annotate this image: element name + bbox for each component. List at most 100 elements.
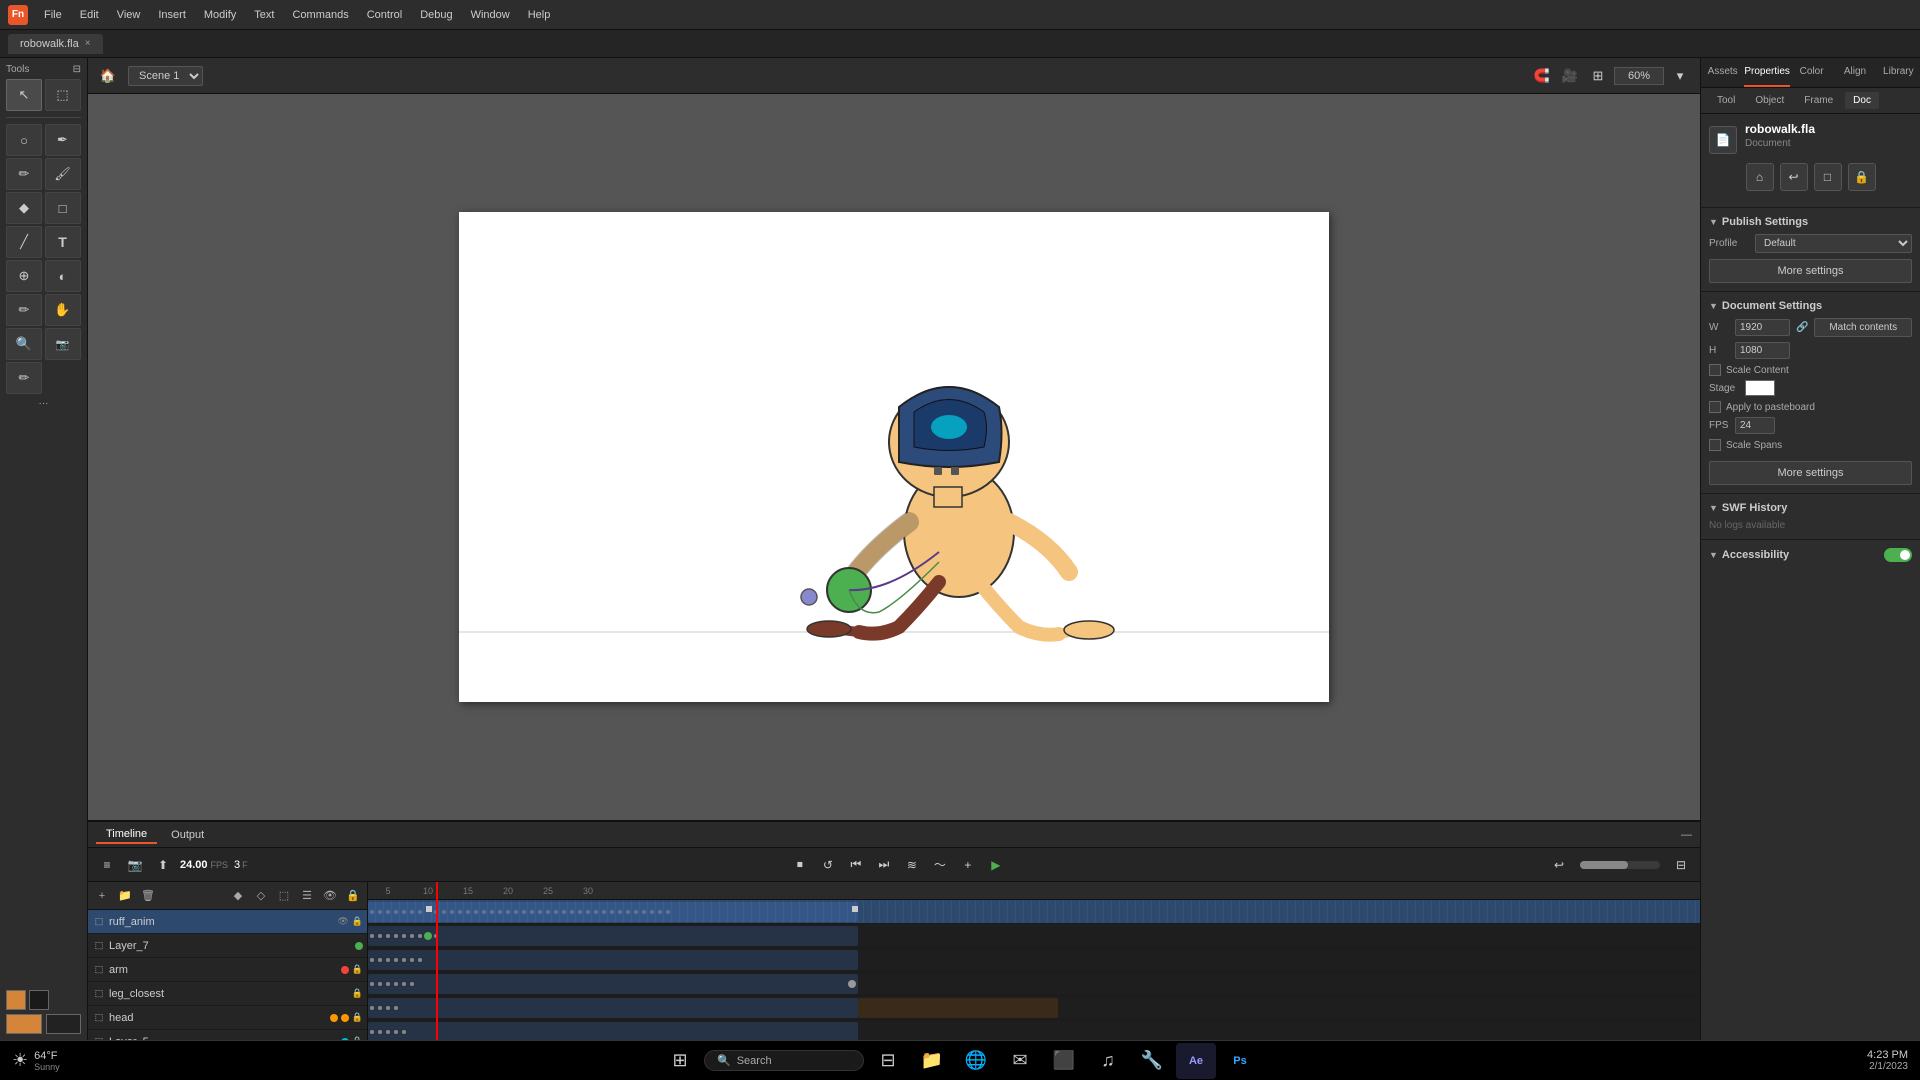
taskbar-app2-btn[interactable]: 🔧 — [1132, 1043, 1172, 1079]
doc-btn-rect[interactable]: □ — [1814, 163, 1842, 191]
layer-lock-icon[interactable]: 🔒 — [352, 1012, 363, 1023]
fit-icon[interactable]: ⊞ — [1586, 64, 1610, 88]
asset-tool[interactable]: ✏ — [6, 362, 42, 394]
scale-spans-checkbox[interactable] — [1709, 439, 1721, 451]
camera-2-icon[interactable]: 🎥 — [1558, 64, 1582, 88]
task-view-btn[interactable]: ⊟ — [868, 1043, 908, 1079]
doc-settings-header[interactable]: ▼ Document Settings — [1709, 300, 1912, 312]
menu-commands[interactable]: Commands — [284, 5, 356, 25]
layer-eye-btn[interactable]: 👁 — [320, 886, 340, 906]
tl-export-icon[interactable]: ⬆ — [152, 854, 174, 876]
pencil-tool[interactable]: ✏ — [6, 158, 42, 190]
delete-layer-btn[interactable]: 🗑 — [138, 886, 158, 906]
frame-row-layer5[interactable] — [368, 1020, 1700, 1040]
layer-row[interactable]: ⬚ head 🔒 — [88, 1006, 367, 1030]
keyframe-btn[interactable]: ◆ — [228, 886, 248, 906]
layer-row[interactable]: ⬚ Layer_7 — [88, 934, 367, 958]
doc-more-settings-btn[interactable]: More settings — [1709, 461, 1912, 485]
zoom-down-icon[interactable]: ▾ — [1668, 64, 1692, 88]
frame-row-head[interactable] — [368, 996, 1700, 1020]
lasso-tool[interactable]: ○ — [6, 124, 42, 156]
scale-content-checkbox[interactable] — [1709, 364, 1721, 376]
subselect-tool[interactable]: ⬚ — [45, 79, 81, 111]
publish-more-settings-btn[interactable]: More settings — [1709, 259, 1912, 283]
ink-tool[interactable]: ◐ — [45, 260, 81, 292]
blank-keyframe-btn[interactable]: ◇ — [251, 886, 271, 906]
accessibility-header[interactable]: ▼ Accessibility — [1709, 548, 1912, 562]
tl-layers-icon[interactable]: ≡ — [96, 854, 118, 876]
frame-row-leg-closest[interactable] — [368, 972, 1700, 996]
zoom-input[interactable] — [1614, 67, 1664, 85]
layer-row[interactable]: ⬚ ruff_anim 👁 🔒 — [88, 910, 367, 934]
dimensions-link-icon[interactable]: 🔗 — [1796, 322, 1808, 333]
fill-color-swatch[interactable] — [6, 990, 26, 1010]
snap-icon[interactable]: 🧲 — [1530, 64, 1554, 88]
taskbar-ps-btn[interactable]: Ps — [1220, 1043, 1260, 1079]
tl-next-frame-btn[interactable]: ⏭ — [873, 854, 895, 876]
tl-stop-btn[interactable]: ⏹ — [789, 854, 811, 876]
tl-camera-icon[interactable]: 📷 — [124, 854, 146, 876]
publish-settings-header[interactable]: ▼ Publish Settings — [1709, 216, 1912, 228]
color-fg-box[interactable] — [6, 1014, 42, 1034]
bucket-tool[interactable]: ⊕ — [6, 260, 42, 292]
accessibility-toggle[interactable] — [1884, 548, 1912, 562]
height-input[interactable] — [1735, 342, 1790, 359]
line-tool[interactable]: ╱ — [6, 226, 42, 258]
tl-play-btn[interactable]: ▶ — [985, 854, 1007, 876]
zoom-tool[interactable]: 🔍 — [6, 328, 42, 360]
layer-lock-icon[interactable]: 🔒 — [352, 964, 363, 975]
doc-btn-lock[interactable]: 🔒 — [1848, 163, 1876, 191]
rect-tool[interactable]: □ — [45, 192, 81, 224]
tl-easing-btn[interactable]: 〜 — [929, 854, 951, 876]
fps-settings-input[interactable] — [1735, 417, 1775, 434]
frame-row-ruff-anim[interactable] — [368, 900, 1700, 924]
menu-help[interactable]: Help — [520, 5, 559, 25]
layer-lock-icon[interactable]: 🔒 — [352, 988, 363, 999]
tl-prev-frame-btn[interactable]: ⏮ — [845, 854, 867, 876]
frame-row-arm[interactable] — [368, 948, 1700, 972]
close-tab-icon[interactable]: × — [85, 38, 91, 49]
tl-loop-btn[interactable]: ↺ — [817, 854, 839, 876]
taskbar-apps-btn[interactable]: ⬛ — [1044, 1043, 1084, 1079]
color-bg-box[interactable] — [46, 1014, 82, 1034]
layer-lock-icon[interactable]: 🔒 — [352, 916, 363, 927]
taskbar-ae-btn[interactable]: Ae — [1176, 1043, 1216, 1079]
menu-window[interactable]: Window — [463, 5, 518, 25]
taskbar-explorer-btn[interactable]: 📁 — [912, 1043, 952, 1079]
menu-file[interactable]: File — [36, 5, 70, 25]
doc-tab-doc[interactable]: Doc — [1845, 92, 1879, 109]
tab-assets[interactable]: Assets — [1701, 58, 1744, 87]
tab-output[interactable]: Output — [161, 827, 214, 843]
menu-view[interactable]: View — [109, 5, 149, 25]
doc-tab-object[interactable]: Object — [1747, 92, 1792, 109]
tl-add-frame-btn[interactable]: + — [957, 854, 979, 876]
tab-properties[interactable]: Properties — [1744, 58, 1790, 87]
menu-modify[interactable]: Modify — [196, 5, 244, 25]
camera-tool[interactable]: 📷 — [45, 328, 81, 360]
menu-edit[interactable]: Edit — [72, 5, 107, 25]
layer-row[interactable]: ⬚ arm 🔒 — [88, 958, 367, 982]
doc-tab-tool[interactable]: Tool — [1709, 92, 1743, 109]
width-input[interactable] — [1735, 319, 1790, 336]
pen-tool[interactable]: ✒ — [45, 124, 81, 156]
taskbar-edge-btn[interactable]: 🌐 — [956, 1043, 996, 1079]
select-tool[interactable]: ↖ — [6, 79, 42, 111]
hand-tool[interactable]: ✋ — [45, 294, 81, 326]
stroke-color-swatch[interactable] — [29, 990, 49, 1010]
tab-color[interactable]: Color — [1790, 58, 1833, 87]
doc-tab-frame[interactable]: Frame — [1796, 92, 1841, 109]
tab-align[interactable]: Align — [1833, 58, 1876, 87]
taskbar-email-btn[interactable]: ✉ — [1000, 1043, 1040, 1079]
remove-keyframe-btn[interactable]: ⬚ — [274, 886, 294, 906]
swf-history-header[interactable]: ▼ SWF History — [1709, 502, 1912, 514]
menu-insert[interactable]: Insert — [150, 5, 194, 25]
doc-btn-undo[interactable]: ↩ — [1780, 163, 1808, 191]
menu-text[interactable]: Text — [246, 5, 282, 25]
poly-tool[interactable]: ◆ — [6, 192, 42, 224]
tl-ripple-btn[interactable]: ≋ — [901, 854, 923, 876]
tl-undo-btn[interactable]: ↩ — [1548, 854, 1570, 876]
tl-zoom-out-btn[interactable]: ⊟ — [1670, 854, 1692, 876]
scene-home-icon[interactable]: 🏠 — [96, 64, 120, 88]
paint-tool[interactable]: 🖌 — [45, 158, 81, 190]
layer-hide-icon[interactable]: 👁 — [337, 916, 348, 927]
